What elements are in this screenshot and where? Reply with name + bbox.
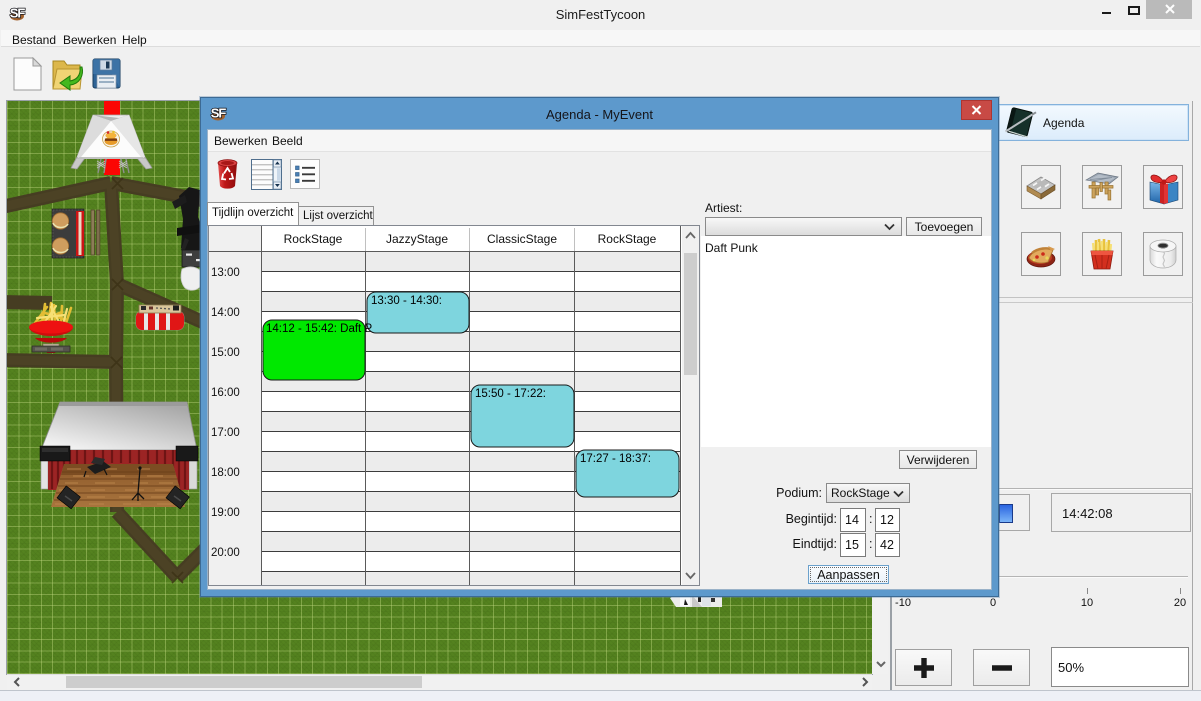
svg-text:18:00: 18:00 bbox=[211, 467, 240, 479]
svg-text:14:00: 14:00 bbox=[211, 307, 240, 319]
svg-text:RockStage: RockStage bbox=[598, 232, 657, 246]
svg-text:RockStage: RockStage bbox=[284, 232, 343, 246]
svg-text:13:00: 13:00 bbox=[211, 267, 240, 279]
svg-text:16:00: 16:00 bbox=[211, 387, 240, 399]
svg-text:SF: SF bbox=[10, 6, 26, 21]
svg-text:15:00: 15:00 bbox=[211, 347, 240, 359]
svg-text:SF: SF bbox=[211, 106, 227, 121]
svg-text:17:00: 17:00 bbox=[211, 427, 240, 439]
svg-text:15:50 - 17:22:: 15:50 - 17:22: bbox=[475, 388, 546, 400]
svg-text:20:00: 20:00 bbox=[211, 547, 240, 559]
svg-text:JazzyStage: JazzyStage bbox=[386, 232, 448, 246]
svg-text:19:00: 19:00 bbox=[211, 507, 240, 519]
svg-text:14:12 - 15:42: Daft P: 14:12 - 15:42: Daft P bbox=[266, 323, 372, 335]
svg-text:17:27 - 18:37:: 17:27 - 18:37: bbox=[580, 453, 651, 465]
svg-text:13:30 - 14:30:: 13:30 - 14:30: bbox=[371, 295, 442, 307]
svg-text:ClassicStage: ClassicStage bbox=[487, 232, 557, 246]
